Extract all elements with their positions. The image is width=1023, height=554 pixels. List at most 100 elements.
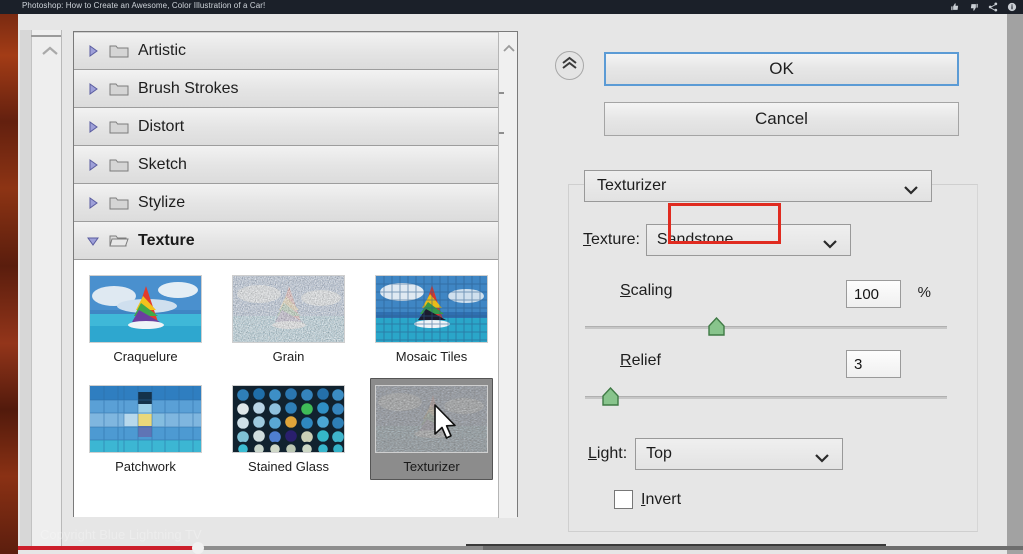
scaling-input[interactable]: 100 <box>846 280 901 308</box>
preview-scrollbar-column[interactable] <box>20 30 62 550</box>
filter-options-pane: OK Cancel Texturizer Texture: Sandstone <box>526 30 988 550</box>
scaling-value: 100 <box>854 285 880 303</box>
folder-icon <box>109 195 129 211</box>
video-progress-bar[interactable] <box>18 542 1023 554</box>
thumbs-up-icon[interactable] <box>950 2 960 12</box>
category-label: Texture <box>138 231 195 249</box>
chevron-right-icon[interactable] <box>86 196 100 210</box>
thumbnail-preview-image <box>89 275 202 343</box>
texture-label: Texture: <box>583 231 640 248</box>
category-row-sketch[interactable]: Sketch <box>74 146 499 184</box>
scrollbar-tick <box>499 92 504 94</box>
thumbnail-label: Patchwork <box>115 459 176 474</box>
video-progress-loaded <box>198 546 483 550</box>
relief-slider-handle[interactable] <box>601 386 620 412</box>
thumbnail-grain[interactable]: Grain <box>227 268 350 370</box>
category-row-brush-strokes[interactable]: Brush Strokes <box>74 70 499 108</box>
chevron-right-icon[interactable] <box>86 44 100 58</box>
category-label: Brush Strokes <box>138 79 239 97</box>
relief-slider-track[interactable] <box>585 396 947 399</box>
invert-row[interactable]: Invert <box>614 490 681 509</box>
thumbnail-patchwork[interactable]: Patchwork <box>84 378 207 480</box>
gallery-scrollbar[interactable] <box>498 32 517 518</box>
folder-icon <box>109 119 129 135</box>
chevron-down-icon <box>903 182 919 200</box>
thumbnail-craquelure[interactable]: Craquelure <box>84 268 207 370</box>
left-image-strip <box>0 0 18 554</box>
filter-gallery-dialog: Artistic Brush Strokes Distort Sketch St… <box>18 14 1007 554</box>
thumbnail-row: Patchwork Stained Glass Texturizer <box>84 378 499 480</box>
scroll-up-icon[interactable] <box>503 40 515 58</box>
cancel-button[interactable]: Cancel <box>604 102 959 136</box>
filter-category-list: Artistic Brush Strokes Distort Sketch St… <box>74 32 499 260</box>
preview-scrollbar-thumb[interactable] <box>31 35 61 37</box>
category-row-stylize[interactable]: Stylize <box>74 184 499 222</box>
category-row-artistic[interactable]: Artistic <box>74 32 499 70</box>
relief-value: 3 <box>854 355 863 373</box>
thumbnail-preview-image <box>89 385 202 453</box>
thumbnail-mosaic-tiles[interactable]: Mosaic Tiles <box>370 268 493 370</box>
thumbnail-row: Craquelure Grain Mosaic Tiles <box>84 268 499 370</box>
scaling-slider-track[interactable] <box>585 326 947 329</box>
invert-label: Invert <box>641 490 682 508</box>
chevron-down-icon[interactable] <box>86 234 100 248</box>
scrollbar-tick <box>499 132 504 134</box>
scaling-label: Scaling <box>620 282 673 299</box>
thumbnail-label: Stained Glass <box>248 459 329 474</box>
category-label: Distort <box>138 117 185 135</box>
relief-label: Relief <box>620 352 661 369</box>
light-dropdown[interactable]: Top <box>635 438 844 470</box>
chevron-right-icon[interactable] <box>86 120 100 134</box>
thumbnail-texturizer[interactable]: Texturizer <box>370 378 493 480</box>
more-info-icon[interactable] <box>1007 2 1017 12</box>
category-row-texture[interactable]: Texture <box>74 222 499 260</box>
thumbnail-label: Mosaic Tiles <box>395 349 468 364</box>
thumbnail-preview-image <box>232 275 345 343</box>
relief-control: Relief 3 <box>585 350 947 406</box>
video-title: Photoshop: How to Create an Awesome, Col… <box>22 1 266 10</box>
video-action-icons <box>950 2 1017 12</box>
share-icon[interactable] <box>988 2 998 12</box>
category-label: Stylize <box>138 193 186 211</box>
filter-name-value: Texturizer <box>597 177 667 194</box>
scroll-up-icon[interactable] <box>41 44 59 62</box>
filter-category-panel: Artistic Brush Strokes Distort Sketch St… <box>73 31 518 518</box>
invert-checkbox[interactable] <box>614 490 633 509</box>
category-label: Sketch <box>138 155 187 173</box>
chevron-down-icon <box>814 450 830 468</box>
folder-icon <box>109 157 129 173</box>
folder-icon <box>109 81 129 97</box>
thumbs-down-icon[interactable] <box>969 2 979 12</box>
thumbnail-label: Craquelure <box>113 349 178 364</box>
thumbnail-preview-image <box>232 385 345 453</box>
double-chevron-up-icon <box>561 56 578 76</box>
preview-scrollbar-track[interactable] <box>31 30 61 550</box>
thumbnail-stained-glass[interactable]: Stained Glass <box>227 378 350 480</box>
chevron-right-icon[interactable] <box>86 158 100 172</box>
scaling-control: Scaling 100 % <box>585 280 947 336</box>
annotation-highlight-box <box>668 203 781 244</box>
chevron-right-icon[interactable] <box>86 82 100 96</box>
video-title-bar: Photoshop: How to Create an Awesome, Col… <box>0 0 1023 14</box>
thumbnail-label: Grain <box>272 349 305 364</box>
category-row-distort[interactable]: Distort <box>74 108 499 146</box>
category-label: Artistic <box>138 42 186 59</box>
filter-thumbnail-grid: Craquelure Grain Mosaic Tiles Patchwork … <box>74 260 499 517</box>
light-label: Light: <box>588 445 628 462</box>
chevron-down-icon <box>822 236 838 254</box>
thumbnail-preview-image <box>375 385 488 453</box>
video-progress-fill <box>18 546 198 550</box>
scaling-slider-handle[interactable] <box>707 316 726 342</box>
filter-name-dropdown[interactable]: Texturizer <box>584 170 932 202</box>
collapse-panel-button[interactable] <box>555 51 584 80</box>
screen-root: Photoshop: How to Create an Awesome, Col… <box>0 0 1023 554</box>
relief-input[interactable]: 3 <box>846 350 901 378</box>
folder-open-icon <box>109 233 129 249</box>
video-progress-handle[interactable] <box>192 542 204 554</box>
ok-button[interactable]: OK <box>604 52 959 86</box>
thumbnail-label: Texturizer <box>403 459 460 474</box>
light-row: Light: Top <box>588 438 844 470</box>
light-value: Top <box>646 445 672 462</box>
scaling-unit: % <box>917 284 931 301</box>
mouse-cursor-icon <box>433 404 459 447</box>
